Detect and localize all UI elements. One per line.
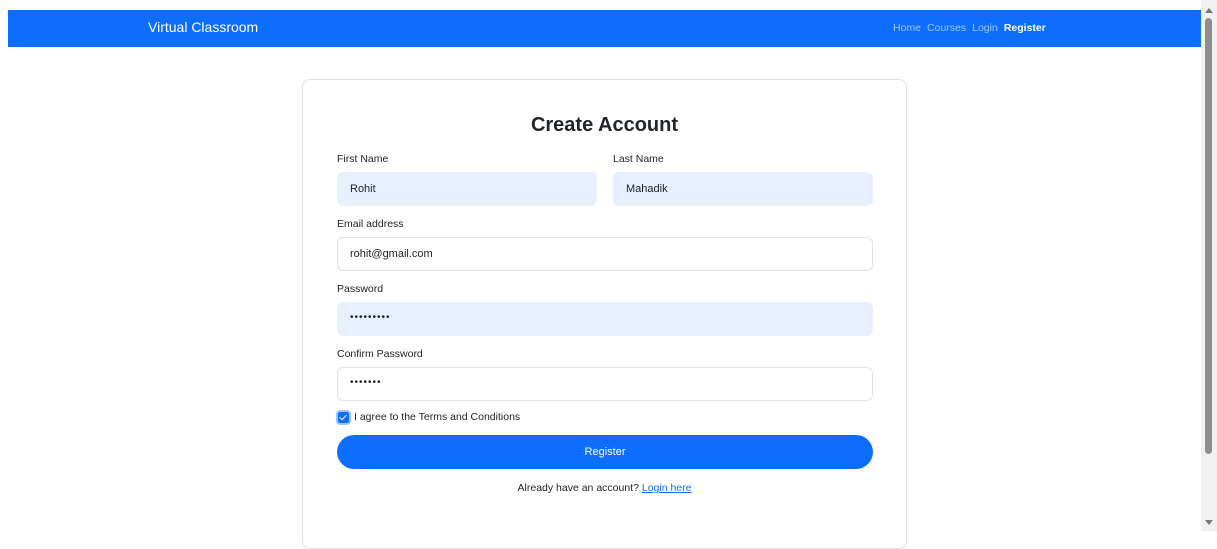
password-input[interactable]: ••••••••• — [337, 302, 873, 336]
email-label: Email address — [337, 218, 404, 230]
register-card: Create Account First Name Rohit Last Nam… — [302, 79, 907, 549]
login-prompt: Already have an account? Login here — [303, 482, 906, 494]
nav-links: Home Courses Login Register — [893, 22, 1046, 34]
nav-link-home[interactable]: Home — [893, 22, 921, 34]
navbar: Virtual Classroom Home Courses Login Reg… — [8, 10, 1201, 47]
confirm-password-label: Confirm Password — [337, 348, 423, 360]
password-label: Password — [337, 283, 384, 295]
nav-link-courses[interactable]: Courses — [927, 22, 966, 34]
page-scrollbar[interactable] — [1201, 0, 1217, 531]
last-name-input[interactable]: Mahadik — [613, 172, 873, 206]
terms-checkbox[interactable] — [336, 410, 351, 425]
nav-link-login[interactable]: Login — [972, 22, 998, 34]
scroll-up-arrow-icon[interactable] — [1205, 8, 1213, 13]
confirm-password-input[interactable]: ••••••• — [337, 367, 873, 401]
login-prompt-text: Already have an account? — [517, 482, 639, 494]
login-here-link[interactable]: Login here — [642, 482, 692, 494]
scroll-thumb[interactable] — [1205, 18, 1212, 454]
register-button[interactable]: Register — [337, 435, 873, 469]
form-title: Create Account — [530, 114, 679, 136]
nav-link-register[interactable]: Register — [1004, 22, 1046, 34]
first-name-label: First Name — [337, 153, 389, 165]
top-strip — [0, 0, 1201, 10]
navbar-brand[interactable]: Virtual Classroom — [148, 19, 258, 35]
first-name-input[interactable]: Rohit — [337, 172, 597, 206]
terms-label[interactable]: I agree to the Terms and Conditions — [354, 411, 520, 423]
scroll-down-arrow-icon[interactable] — [1205, 520, 1213, 525]
email-input[interactable]: rohit@gmail.com — [337, 237, 873, 271]
last-name-label: Last Name — [613, 153, 664, 165]
